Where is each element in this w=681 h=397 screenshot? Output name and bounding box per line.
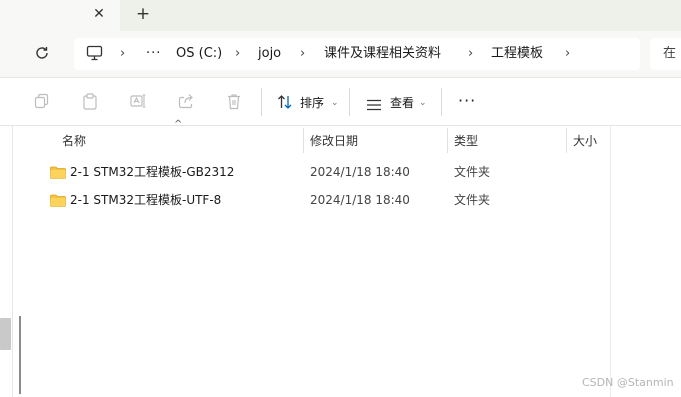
chevron-right-icon[interactable]: ›	[565, 46, 570, 62]
column-header-name[interactable]: 名称	[62, 133, 86, 149]
column-divider[interactable]	[447, 128, 448, 153]
command-bar	[0, 77, 681, 126]
chevron-right-icon: ›	[300, 46, 306, 61]
toolbar-divider	[261, 88, 262, 116]
view-icon[interactable]	[366, 96, 382, 115]
chevron-right-icon: ›	[235, 46, 241, 61]
file-type: 文件夹	[454, 165, 491, 179]
pane-splitter[interactable]	[19, 316, 21, 394]
sort-icon[interactable]	[277, 94, 293, 114]
new-tab-icon[interactable]: +	[134, 5, 152, 23]
chevron-down-icon: ⌄	[419, 98, 427, 108]
close-tab-icon[interactable]: ✕	[91, 6, 107, 22]
sort-button[interactable]: 排序	[300, 95, 324, 111]
breadcrumb-jojo[interactable]: jojo	[258, 46, 281, 62]
column-header-type[interactable]: 类型	[454, 133, 478, 149]
breadcrumb-overflow[interactable]: ···	[146, 46, 161, 62]
computer-icon	[86, 45, 103, 65]
file-modified: 2024/1/18 18:40	[310, 165, 410, 179]
breadcrumb-course-materials[interactable]: 课件及课程相关资料	[324, 46, 441, 62]
column-divider[interactable]	[566, 128, 567, 153]
file-name[interactable]: 2-1 STM32工程模板-GB2312	[70, 164, 234, 180]
delete-icon[interactable]	[226, 93, 242, 114]
breadcrumb-project-template[interactable]: 工程模板	[491, 46, 543, 62]
file-row[interactable]: 2-1 STM32工程模板-GB2312 2024/1/18 18:40 文件夹	[45, 158, 605, 186]
view-button[interactable]: 查看	[390, 95, 414, 111]
folder-icon	[50, 192, 66, 207]
folder-icon	[50, 164, 66, 179]
nav-pane-scrollbar[interactable]	[0, 318, 11, 350]
chevron-down-icon: ⌄	[331, 98, 339, 108]
toolbar-divider	[441, 88, 442, 116]
watermark-text: CSDN @Stanmin	[582, 376, 674, 389]
chevron-right-icon: ›	[120, 46, 126, 61]
paste-icon[interactable]	[82, 93, 98, 114]
toolbar-divider	[349, 88, 350, 116]
breadcrumb-os-c[interactable]: OS (C:)	[176, 46, 222, 62]
file-modified: 2024/1/18 18:40	[310, 193, 410, 207]
search-input-text[interactable]: 在	[663, 46, 676, 62]
refresh-icon[interactable]	[34, 45, 50, 65]
navigation-pane[interactable]	[0, 126, 13, 397]
copy-icon[interactable]	[34, 93, 50, 113]
details-right-edge	[610, 126, 611, 397]
rename-icon[interactable]	[130, 93, 147, 113]
share-icon[interactable]	[178, 93, 194, 113]
file-row[interactable]: 2-1 STM32工程模板-UTF-8 2024/1/18 18:40 文件夹	[45, 186, 605, 214]
file-type: 文件夹	[454, 193, 491, 207]
column-header-modified[interactable]: 修改日期	[310, 133, 358, 149]
more-options-icon[interactable]: ···	[458, 92, 476, 110]
chevron-right-icon: ›	[468, 46, 474, 61]
column-header-size[interactable]: 大小	[573, 133, 597, 149]
sort-ascending-icon: ^	[174, 119, 183, 130]
file-name[interactable]: 2-1 STM32工程模板-UTF-8	[70, 192, 221, 208]
column-divider[interactable]	[303, 128, 304, 153]
